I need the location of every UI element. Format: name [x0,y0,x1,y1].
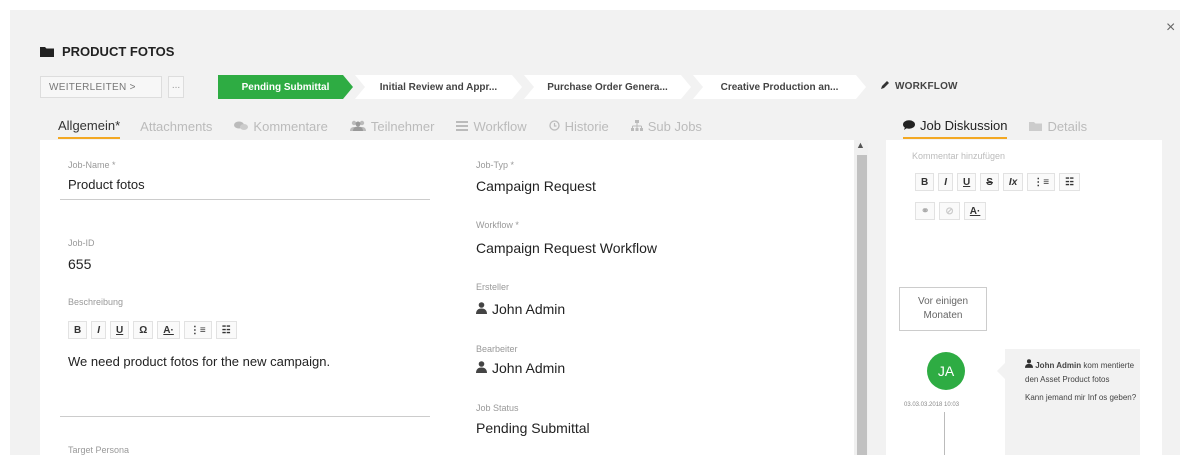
step-purchase-order[interactable]: Purchase Order Genera... [524,75,691,99]
job-id-label: Job-ID [68,238,95,248]
history-icon [549,119,560,134]
status-value: Pending Submittal [476,420,590,436]
step-pending-submittal[interactable]: Pending Submittal [218,75,353,99]
ordered-list-button[interactable]: ⋮≡ [183,321,212,339]
user-icon [476,360,487,376]
job-id-value: 655 [68,256,92,272]
underline-button[interactable]: U [957,173,977,191]
tab-allgemein[interactable]: Allgemein* [58,118,121,139]
comment-toolbar-row1: B I U S Ix ⋮≡ ☷ [915,173,1081,191]
tab-label: Historie [564,119,609,134]
creator-value: John Admin [476,301,565,317]
tab-kommentare[interactable]: Kommentare [234,119,328,138]
text-color-button[interactable]: A· [157,321,180,339]
unlink-button[interactable]: ⊘ [939,202,960,220]
main-tabs: Allgemein* Attachments Kommentare Teilne… [58,118,724,139]
avatar: JA [927,352,965,390]
tab-label: Details [1047,119,1088,134]
comments-icon [234,119,249,134]
form-panel [40,140,854,455]
job-type-label: Job-Typ * [476,160,515,170]
user-icon [476,301,487,317]
tab-details[interactable]: Details [1029,118,1087,139]
editor-name: John Admin [492,360,566,376]
editor-label: Bearbeiter [476,344,518,354]
description-editor[interactable]: We need product fotos for the new campai… [68,354,330,369]
strike-button[interactable]: S [980,173,999,191]
forward-button[interactable]: WEITERLEITEN > [40,76,162,98]
tab-label: Teilnehmer [370,119,435,134]
text-color-button[interactable]: A· [963,202,987,220]
job-name-label: Job-Name * [68,160,116,170]
users-icon [349,119,366,134]
scrollbar-thumb[interactable] [857,155,867,455]
pencil-icon [880,80,890,93]
tab-teilnehmer[interactable]: Teilnehmer [349,119,435,138]
workflow-value[interactable]: Campaign Request Workflow [476,240,657,256]
tab-sub-jobs[interactable]: Sub Jobs [630,119,702,138]
status-label: Job Status [476,403,519,413]
tab-label: Job Diskussion [920,118,1008,133]
comment-toolbar-row2: ⚭ ⊘ A· [915,202,987,220]
step-creative-production[interactable]: Creative Production an... [693,75,866,99]
comment-bubble: John Admin kom mentierte den Asset Produ… [997,349,1140,455]
time-ago-badge: Vor einigen Monaten [899,287,987,331]
page-title: PRODUCT FOTOS [40,44,174,59]
comment-input[interactable]: Kommentar hinzufügen [912,151,1005,161]
underline-button[interactable]: U [110,321,130,339]
italic-button[interactable]: I [938,173,954,191]
creator-name: John Admin [492,301,566,317]
tab-attachments[interactable]: Attachments [140,119,212,138]
title-text: PRODUCT FOTOS [62,44,175,59]
comment-message: Kann jemand mir Inf os geben? [1025,393,1137,402]
sitemap-icon [630,119,643,134]
job-name-input[interactable]: Product fotos [68,177,145,192]
comment-timestamp: 03.03.03.2018 10:03 [904,402,960,408]
tab-historie[interactable]: Historie [549,119,609,138]
close-button[interactable]: × [1166,20,1175,36]
job-type-value[interactable]: Campaign Request [476,178,596,194]
job-name-underline [60,199,430,200]
folder-icon [1029,119,1043,134]
workflow-label: Workflow * [476,220,519,230]
link-button[interactable]: ⚭ [915,202,936,220]
bold-button[interactable]: B [68,321,88,339]
bullet-list-button[interactable]: ☷ [215,321,237,339]
tab-label: Sub Jobs [647,119,702,134]
user-icon [1025,359,1033,370]
more-button[interactable]: ... [168,76,184,98]
scroll-up-icon[interactable]: ▲ [856,140,865,150]
description-label: Beschreibung [68,297,124,307]
side-tabs: Job Diskussion Details [903,118,1109,139]
bullet-list-button[interactable]: ☷ [1059,173,1081,191]
list-icon [456,119,469,134]
folder-icon [40,46,54,57]
step-initial-review[interactable]: Initial Review and Appr... [355,75,522,99]
timeline-line [944,412,945,455]
tab-label: Workflow [473,119,527,134]
editor-value: John Admin [476,360,565,376]
tab-label: Allgemein* [58,118,121,133]
special-char-button[interactable]: Ω [133,321,154,339]
workflow-link[interactable]: WORKFLOW [880,80,958,93]
tab-workflow[interactable]: Workflow [456,119,527,138]
workflow-steps: Pending Submittal Initial Review and App… [218,75,868,99]
italic-button[interactable]: I [91,321,107,339]
tab-job-diskussion[interactable]: Job Diskussion [903,118,1008,139]
clear-format-button[interactable]: Ix [1002,173,1024,191]
target-persona-label: Target Persona [68,445,130,455]
description-underline [60,416,430,417]
creator-label: Ersteller [476,282,510,292]
workflow-link-label: WORKFLOW [895,81,958,92]
comment-author: John Admin [1035,361,1082,370]
comment-icon [903,118,915,133]
tab-label: Kommentare [253,119,328,134]
ordered-list-button[interactable]: ⋮≡ [1027,173,1056,191]
description-toolbar: B I U Ω A· ⋮≡ ☷ [68,321,237,339]
bold-button[interactable]: B [915,173,935,191]
tab-label: Attachments [140,119,213,134]
comment-header: John Admin kom mentierte den Asset Produ… [1025,359,1140,387]
